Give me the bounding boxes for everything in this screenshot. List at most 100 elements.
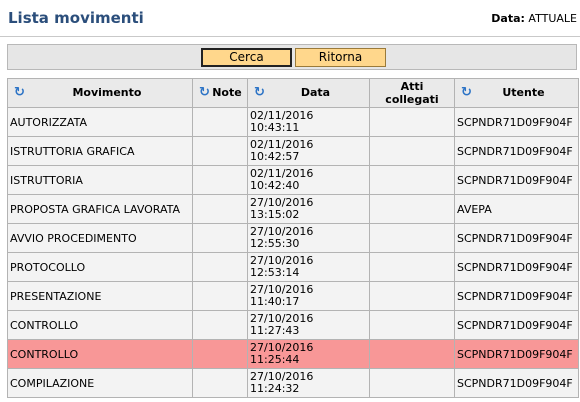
utente-cell: SCPNDR71D09F904F bbox=[454, 368, 579, 398]
utente-text: SCPNDR71D09F904F bbox=[457, 347, 573, 361]
note-cell bbox=[192, 107, 248, 137]
note-cell bbox=[192, 136, 248, 166]
date-label: Data: bbox=[491, 12, 525, 25]
table-body: AUTORIZZATA 02/11/2016 10:43:11 SCPNDR71D09… bbox=[7, 107, 579, 398]
utente-text: SCPNDR71D09F904F bbox=[457, 376, 573, 390]
column-label: Note bbox=[212, 86, 242, 99]
column-label: Atti collegati bbox=[385, 80, 439, 106]
atti-cell bbox=[369, 368, 455, 398]
utente-text: SCPNDR71D09F904F bbox=[457, 289, 573, 303]
movimento-cell: AUTORIZZATA bbox=[7, 107, 193, 137]
data-cell: 27/10/2016 11:24:32 bbox=[247, 368, 370, 398]
note-cell bbox=[192, 339, 248, 369]
utente-text: SCPNDR71D09F904F bbox=[457, 173, 573, 187]
movimento-cell: CONTROLLO bbox=[7, 310, 193, 340]
table-row[interactable]: PROTOCOLLO 27/10/2016 12:53:14 SCPNDR71D09F… bbox=[7, 252, 579, 282]
movimento-text: COMPILAZIONE bbox=[10, 376, 95, 390]
movimento-text: PROPOSTA GRAFICA LAVORATA bbox=[10, 202, 181, 216]
movimento-text: ISTRUTTORIA bbox=[10, 173, 83, 187]
table-row[interactable]: AVVIO PROCEDIMENTO 27/10/2016 12:55:30 SCPN… bbox=[7, 223, 579, 253]
utente-cell: SCPNDR71D09F904F bbox=[454, 107, 579, 137]
utente-text: SCPNDR71D09F904F bbox=[457, 231, 573, 245]
movimento-text: PRESENTAZIONE bbox=[10, 289, 102, 303]
utente-cell: SCPNDR71D09F904F bbox=[454, 223, 579, 253]
utente-cell: SCPNDR71D09F904F bbox=[454, 310, 579, 340]
column-header-movimento[interactable]: ↻ Movimento bbox=[7, 78, 193, 108]
movimento-text: PROTOCOLLO bbox=[10, 260, 86, 274]
movimento-cell: ISTRUTTORIA GRAFICA bbox=[7, 136, 193, 166]
note-cell bbox=[192, 194, 248, 224]
data-time: 10:42:40 bbox=[250, 179, 300, 192]
table-row[interactable]: CONTROLLO 27/10/2016 11:27:43 SCPNDR71D09F9… bbox=[7, 310, 579, 340]
atti-cell bbox=[369, 107, 455, 137]
movimento-cell: CONTROLLO bbox=[7, 339, 193, 369]
utente-cell: SCPNDR71D09F904F bbox=[454, 281, 579, 311]
page-title: Lista movimenti bbox=[8, 9, 144, 27]
table-row[interactable]: PROPOSTA GRAFICA LAVORATA 27/10/2016 13:15… bbox=[7, 194, 579, 224]
note-cell bbox=[192, 165, 248, 195]
data-cell: 27/10/2016 11:27:43 bbox=[247, 310, 370, 340]
utente-text: SCPNDR71D09F904F bbox=[457, 318, 573, 332]
column-header-data[interactable]: ↻ Data bbox=[247, 78, 370, 108]
table-row[interactable]: COMPILAZIONE 27/10/2016 11:24:32 SCPNDR71D0… bbox=[7, 368, 579, 398]
refresh-sort-icon[interactable]: ↻ bbox=[199, 86, 210, 100]
column-label: Data bbox=[300, 86, 331, 99]
movimento-cell: ISTRUTTORIA bbox=[7, 165, 193, 195]
data-time: 11:40:17 bbox=[250, 295, 300, 308]
data-cell: 27/10/2016 11:40:17 bbox=[247, 281, 370, 311]
movimento-text: CONTROLLO bbox=[10, 347, 79, 361]
table-row[interactable]: ISTRUTTORIA 02/11/2016 10:42:40 SCPNDR71D09… bbox=[7, 165, 579, 195]
data-time: 12:53:14 bbox=[250, 266, 300, 279]
table-row[interactable]: AUTORIZZATA 02/11/2016 10:43:11 SCPNDR71D09… bbox=[7, 107, 579, 137]
refresh-sort-icon[interactable]: ↻ bbox=[14, 86, 25, 100]
data-cell: 02/11/2016 10:42:57 bbox=[247, 136, 370, 166]
table-row[interactable]: PRESENTAZIONE 27/10/2016 11:40:17 SCPNDR71D… bbox=[7, 281, 579, 311]
atti-cell bbox=[369, 252, 455, 282]
table-header-row: ↻ Movimento ↻ Note ↻ Data Atti collegati… bbox=[7, 78, 579, 108]
note-cell bbox=[192, 368, 248, 398]
atti-cell bbox=[369, 339, 455, 369]
toolbar: Cerca Ritorna bbox=[7, 44, 577, 70]
column-label: Movimento bbox=[72, 86, 142, 99]
utente-text: SCPNDR71D09F904F bbox=[457, 115, 573, 129]
data-cell: 02/11/2016 10:42:40 bbox=[247, 165, 370, 195]
column-header-atti-collegati: Atti collegati bbox=[369, 78, 455, 108]
date-indicator: Data: ATTUALE bbox=[491, 12, 577, 25]
column-header-utente[interactable]: ↻ Utente bbox=[454, 78, 579, 108]
utente-cell: SCPNDR71D09F904F bbox=[454, 339, 579, 369]
ritorna-button[interactable]: Ritorna bbox=[295, 48, 386, 67]
atti-cell bbox=[369, 281, 455, 311]
data-time: 11:25:44 bbox=[250, 353, 300, 366]
data-cell: 27/10/2016 12:55:30 bbox=[247, 223, 370, 253]
utente-text: SCPNDR71D09F904F bbox=[457, 260, 573, 274]
note-cell bbox=[192, 310, 248, 340]
atti-cell bbox=[369, 165, 455, 195]
data-cell: 27/10/2016 12:53:14 bbox=[247, 252, 370, 282]
data-cell: 02/11/2016 10:43:11 bbox=[247, 107, 370, 137]
atti-cell bbox=[369, 310, 455, 340]
refresh-sort-icon[interactable]: ↻ bbox=[254, 86, 265, 100]
data-cell: 27/10/2016 11:25:44 bbox=[247, 339, 370, 369]
movimento-cell: PRESENTAZIONE bbox=[7, 281, 193, 311]
note-cell bbox=[192, 252, 248, 282]
movimenti-table: ↻ Movimento ↻ Note ↻ Data Atti collegati… bbox=[7, 78, 579, 398]
utente-text: SCPNDR71D09F904F bbox=[457, 144, 573, 158]
movimento-cell: COMPILAZIONE bbox=[7, 368, 193, 398]
movimento-cell: PROPOSTA GRAFICA LAVORATA bbox=[7, 194, 193, 224]
utente-cell: AVEPA bbox=[454, 194, 579, 224]
column-header-note[interactable]: ↻ Note bbox=[192, 78, 248, 108]
data-time: 11:27:43 bbox=[250, 324, 300, 337]
utente-cell: SCPNDR71D09F904F bbox=[454, 136, 579, 166]
refresh-sort-icon[interactable]: ↻ bbox=[461, 86, 472, 100]
movimento-cell: AVVIO PROCEDIMENTO bbox=[7, 223, 193, 253]
cerca-button[interactable]: Cerca bbox=[201, 48, 292, 67]
data-time: 12:55:30 bbox=[250, 237, 300, 250]
atti-cell bbox=[369, 136, 455, 166]
data-time: 10:42:57 bbox=[250, 150, 300, 163]
data-time: 10:43:11 bbox=[250, 121, 300, 134]
table-row[interactable]: CONTROLLO 27/10/2016 11:25:44 SCPNDR71D09F9… bbox=[7, 339, 579, 369]
table-row[interactable]: ISTRUTTORIA GRAFICA 02/11/2016 10:42:57 SCP… bbox=[7, 136, 579, 166]
movimento-text: AUTORIZZATA bbox=[10, 115, 87, 129]
movimento-text: AVVIO PROCEDIMENTO bbox=[10, 231, 137, 245]
page-header: Lista movimenti Data: ATTUALE bbox=[0, 0, 580, 37]
